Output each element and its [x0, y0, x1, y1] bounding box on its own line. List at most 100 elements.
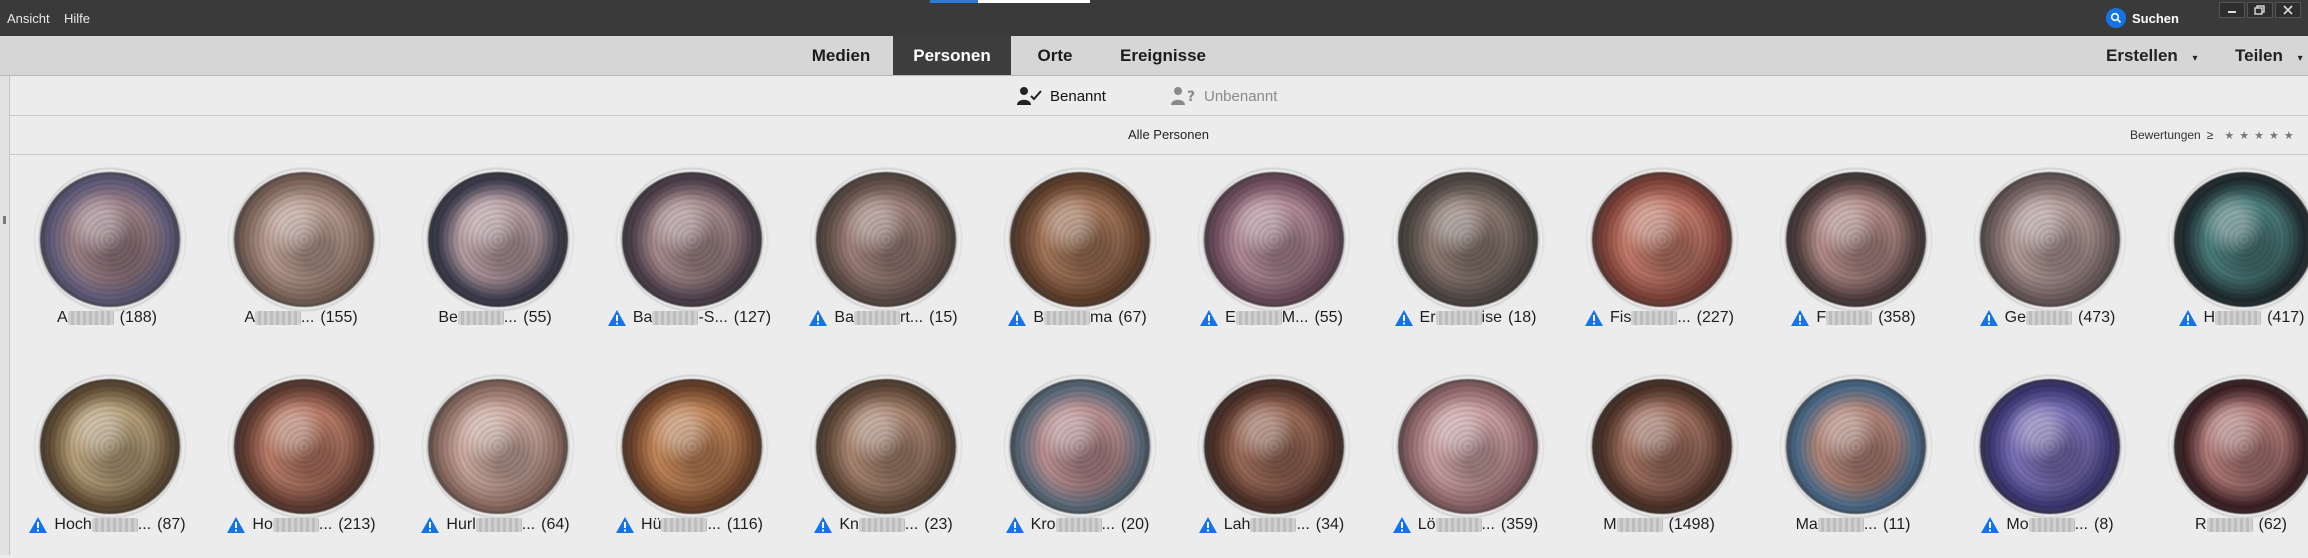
warning-icon[interactable]	[813, 516, 833, 534]
warning-icon[interactable]	[1199, 309, 1219, 327]
star-icon[interactable]: ★	[2284, 130, 2294, 142]
face-thumbnail[interactable]	[616, 373, 768, 520]
person-card[interactable]: Er ise (18)	[1368, 156, 1562, 351]
face-thumbnail[interactable]	[34, 166, 186, 313]
face-thumbnail[interactable]	[1780, 166, 1932, 313]
person-card[interactable]: F (358)	[1756, 156, 1950, 351]
rating-stars[interactable]: ★ ★ ★ ★ ★	[2219, 116, 2293, 155]
person-card[interactable]: Hoch... (87)	[10, 363, 204, 558]
face-thumbnail[interactable]	[1392, 373, 1544, 520]
person-label: Ba rt... (15)	[786, 306, 980, 330]
person-card[interactable]: H (417)	[2144, 156, 2308, 351]
person-card[interactable]: Ge (473)	[1950, 156, 2144, 351]
name-redaction	[1616, 517, 1663, 532]
panel-grip-icon	[3, 216, 6, 224]
warning-icon[interactable]	[808, 309, 828, 327]
star-icon[interactable]: ★	[2254, 130, 2264, 142]
person-card[interactable]: Lah... (34)	[1174, 363, 1368, 558]
name-redaction	[1826, 310, 1873, 325]
tab-personen[interactable]: Personen	[893, 36, 1011, 75]
face-thumbnail[interactable]	[810, 166, 962, 313]
face-thumbnail[interactable]	[1586, 373, 1738, 520]
face-thumbnail[interactable]	[616, 166, 768, 313]
person-card[interactable]: Bma (67)	[980, 156, 1174, 351]
person-card[interactable]: Lö... (359)	[1368, 363, 1562, 558]
minimize-button[interactable]	[2219, 2, 2245, 18]
face-thumbnail[interactable]	[810, 373, 962, 520]
face-thumbnail[interactable]	[1004, 166, 1156, 313]
warning-icon[interactable]	[1392, 516, 1412, 534]
close-button[interactable]	[2275, 2, 2301, 18]
face-thumbnail[interactable]	[2168, 166, 2308, 313]
person-name-prefix: R	[2194, 516, 2207, 533]
subtab-benannt[interactable]: Benannt	[1016, 76, 1106, 116]
warning-icon[interactable]	[607, 309, 627, 327]
person-name-prefix: B	[1033, 309, 1044, 326]
face-thumbnail[interactable]	[1198, 166, 1350, 313]
face-thumbnail[interactable]	[2168, 373, 2308, 520]
menu-hilfe[interactable]: Hilfe	[64, 0, 90, 36]
person-name-prefix: Er	[1419, 309, 1436, 326]
tab-ereignisse[interactable]: Ereignisse	[1105, 36, 1221, 75]
person-card[interactable]: M (1498)	[1562, 363, 1756, 558]
tab-orte[interactable]: Orte	[1015, 36, 1095, 75]
warning-icon[interactable]	[1005, 516, 1025, 534]
face-thumbnail[interactable]	[228, 373, 380, 520]
person-card[interactable]: Ba -S... (127)	[592, 156, 786, 351]
face-thumbnail[interactable]	[1974, 166, 2126, 313]
face-thumbnail[interactable]	[1392, 166, 1544, 313]
subtab-unbenannt[interactable]: ? Unbenannt	[1170, 76, 1277, 116]
search-button[interactable]: Suchen	[2106, 5, 2179, 31]
restore-button[interactable]	[2247, 2, 2273, 18]
warning-icon[interactable]	[1007, 309, 1027, 327]
share-menu[interactable]: Teilen ▾	[2235, 36, 2303, 75]
menu-ansicht[interactable]: Ansicht	[7, 0, 50, 36]
warning-icon[interactable]	[226, 516, 246, 534]
warning-icon[interactable]	[1584, 309, 1604, 327]
person-card[interactable]: Ba rt... (15)	[786, 156, 980, 351]
face-thumbnail[interactable]	[1004, 373, 1156, 520]
person-card[interactable]: Hurl... (64)	[398, 363, 592, 558]
face-thumbnail[interactable]	[228, 166, 380, 313]
person-card[interactable]: Ma... (11)	[1756, 363, 1950, 558]
person-card[interactable]: Kro... (20)	[980, 363, 1174, 558]
warning-icon[interactable]	[28, 516, 48, 534]
face-thumbnail[interactable]	[1974, 373, 2126, 520]
face-thumbnail[interactable]	[34, 373, 186, 520]
person-name-prefix: Ma	[1795, 516, 1818, 533]
person-name: Hoch...	[54, 516, 151, 534]
warning-icon[interactable]	[1198, 516, 1218, 534]
star-icon[interactable]: ★	[2269, 130, 2279, 142]
left-panel-edge[interactable]	[0, 76, 10, 555]
person-card[interactable]: A (188)	[10, 156, 204, 351]
face-thumbnail[interactable]	[422, 166, 574, 313]
person-name-prefix: Ho	[252, 516, 273, 533]
person-card[interactable]: Be... (55)	[398, 156, 592, 351]
star-icon[interactable]: ★	[2239, 130, 2249, 142]
person-card[interactable]: Kn... (23)	[786, 363, 980, 558]
person-card[interactable]: E M... (55)	[1174, 156, 1368, 351]
person-name: Ho...	[252, 516, 332, 534]
warning-icon[interactable]	[420, 516, 440, 534]
warning-icon[interactable]	[1980, 516, 2000, 534]
person-card[interactable]: Hü... (116)	[592, 363, 786, 558]
warning-icon[interactable]	[1394, 309, 1414, 327]
person-card[interactable]: A... (155)	[204, 156, 398, 351]
star-icon[interactable]: ★	[2224, 130, 2234, 142]
person-card[interactable]: R (62)	[2144, 363, 2308, 558]
face-thumbnail[interactable]	[422, 373, 574, 520]
person-card[interactable]: Fis... (227)	[1562, 156, 1756, 351]
face-thumbnail[interactable]	[1198, 373, 1350, 520]
tab-medien[interactable]: Medien	[793, 36, 889, 75]
warning-icon[interactable]	[1979, 309, 1999, 327]
warning-icon[interactable]	[2178, 309, 2198, 327]
face-thumbnail[interactable]	[1586, 166, 1738, 313]
face-thumbnail[interactable]	[1780, 373, 1932, 520]
warning-icon[interactable]	[615, 516, 635, 534]
person-card[interactable]: Mo... (8)	[1950, 363, 2144, 558]
create-menu[interactable]: Erstellen ▾	[2106, 36, 2198, 75]
person-name-prefix: Mo	[2006, 516, 2029, 533]
ratings-filter[interactable]: Bewertungen ≥ ★ ★ ★ ★ ★	[2130, 116, 2294, 154]
warning-icon[interactable]	[1790, 309, 1810, 327]
person-card[interactable]: Ho... (213)	[204, 363, 398, 558]
